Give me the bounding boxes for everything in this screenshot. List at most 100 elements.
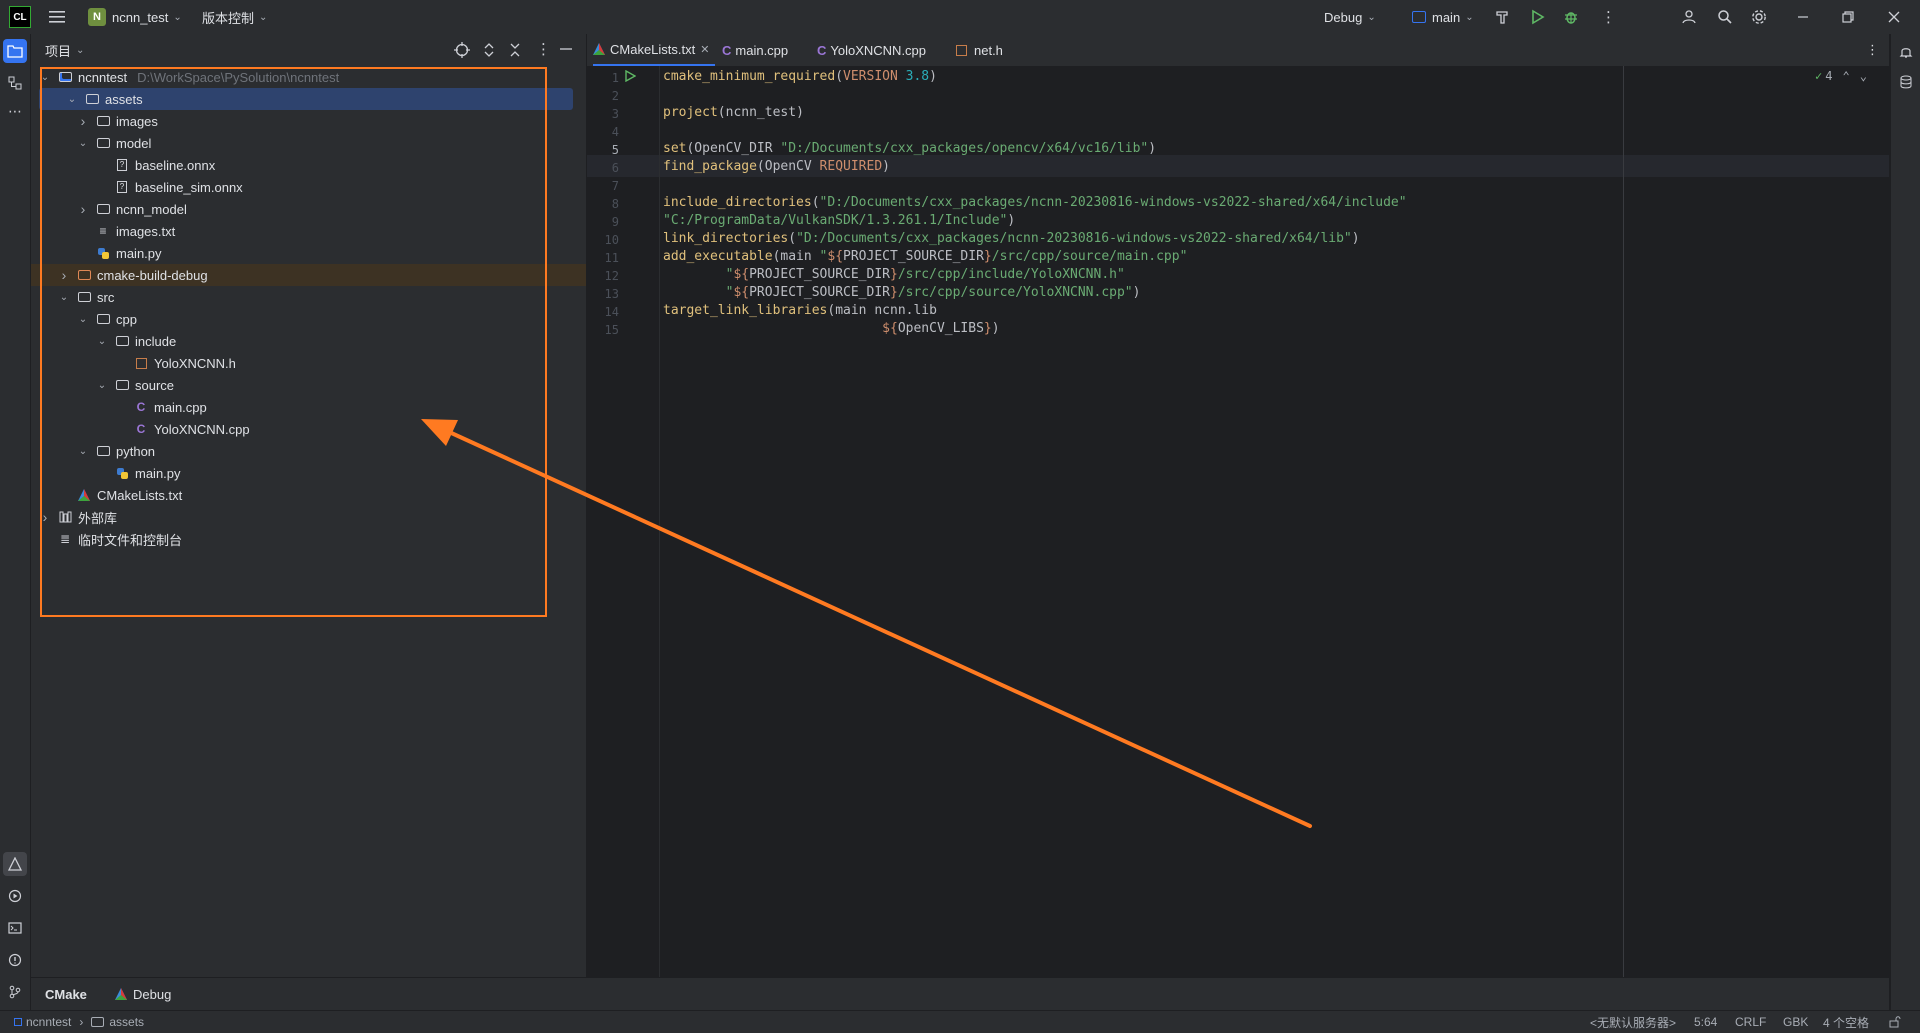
tab-options-icon[interactable]: ⋮ [1866, 34, 1879, 66]
tree-item[interactable]: ? baseline.onnx [31, 154, 586, 176]
code-editor[interactable]: ✓ 4 ⌃ ⌄ 1 2 3 4 5 6 7 8 9 10 11 12 13 14 15 cmake_mini… [587, 66, 1889, 977]
hide-panel-icon[interactable] [559, 42, 573, 59]
chevron-right-icon[interactable]: › [77, 201, 89, 217]
more-tools-icon[interactable]: ⋯ [3, 99, 27, 123]
project-panel-header: 项目 ⌄ ⋮ [31, 34, 586, 66]
tree-item[interactable]: ⌄ python [31, 440, 586, 462]
project-view-selector[interactable]: 项目 ⌄ [45, 34, 84, 66]
tree-item[interactable]: CMakeLists.txt [31, 484, 586, 506]
chevron-down-icon[interactable]: ⌄ [77, 446, 89, 457]
run-gutter-icon[interactable] [624, 69, 637, 86]
cmake-file-icon [76, 488, 92, 502]
title-bar: CL N ncnn_test ⌄ 版本控制 ⌄ Debug ⌄ main ⌄ ⋮ [0, 0, 1920, 35]
terminal-tool-button[interactable] [3, 916, 27, 940]
breadcrumb-child[interactable]: assets [109, 1015, 144, 1029]
tree-item[interactable]: ≣ 临时文件和控制台 [31, 528, 586, 550]
expand-all-icon[interactable] [482, 42, 496, 61]
language-server-widget[interactable]: <无默认服务器> [1590, 1011, 1676, 1033]
code-line-11: add_executable(main "${PROJECT_SOURCE_DI… [663, 249, 1188, 264]
tree-item[interactable]: ⌄ cpp [31, 308, 586, 330]
cmake-icon [593, 43, 605, 55]
tree-item[interactable]: main.py [31, 462, 586, 484]
line-separator-widget[interactable]: CRLF [1735, 1011, 1766, 1033]
chevron-right-icon[interactable]: › [39, 509, 51, 525]
problems-tool-button[interactable] [3, 948, 27, 972]
more-actions-icon[interactable]: ⋮ [1601, 0, 1616, 34]
gear-icon[interactable] [1751, 0, 1767, 34]
main-menu-button[interactable] [48, 0, 66, 34]
tree-item[interactable]: ⌄ model [31, 132, 586, 154]
tab-cmake[interactable]: CMake [45, 978, 87, 1010]
tree-item[interactable]: YoloXNCNN.h [31, 352, 586, 374]
indent-widget[interactable]: 4 个空格 [1823, 1011, 1869, 1033]
tree-item[interactable]: › 外部库 [31, 506, 586, 528]
encoding-widget[interactable]: GBK [1783, 1011, 1808, 1033]
chevron-down-icon[interactable]: ⌄ [96, 336, 108, 347]
tree-item[interactable]: ? baseline_sim.onnx [31, 176, 586, 198]
tree-item[interactable]: ⌄ src [31, 286, 586, 308]
cmake-icon [115, 988, 127, 1000]
inspection-widget[interactable]: ✓ 4 ⌃ ⌄ [1815, 69, 1867, 83]
tree-item[interactable]: ⌄ ncnntest D:\WorkSpace\PySolution\ncnntes… [31, 66, 586, 88]
lock-icon[interactable] [1889, 1011, 1901, 1033]
search-icon[interactable] [1717, 0, 1733, 34]
database-icon[interactable] [1894, 70, 1918, 94]
chevron-down-icon[interactable]: ⌄ [39, 72, 51, 83]
close-icon[interactable] [1887, 0, 1901, 34]
chevron-down-icon[interactable]: ⌄ [77, 314, 89, 325]
project-switcher[interactable]: N ncnn_test ⌄ [88, 0, 182, 34]
tree-item[interactable]: ≡ images.txt [31, 220, 586, 242]
tab-main-cpp[interactable]: C main.cpp [722, 34, 788, 66]
structure-tool-button[interactable] [3, 71, 27, 95]
breadcrumb-root[interactable]: ncnntest [26, 1015, 71, 1029]
locate-icon[interactable] [454, 42, 470, 61]
project-tool-button[interactable] [3, 39, 27, 63]
chevron-down-icon: ⌄ [1465, 11, 1474, 23]
branch-selector[interactable]: main ⌄ [1412, 0, 1474, 34]
tab-net-h[interactable]: net.h [956, 34, 1003, 66]
chevron-down-icon[interactable]: ⌄ [77, 138, 89, 149]
chevron-right-icon[interactable]: › [58, 267, 70, 283]
chevron-down-icon[interactable]: ⌄ [1860, 69, 1867, 83]
vcs-menu[interactable]: 版本控制 ⌄ [202, 0, 267, 34]
tab-debug[interactable]: Debug [115, 978, 171, 1010]
tab-yoloxncnn-cpp[interactable]: C YoloXNCNN.cpp [817, 34, 926, 66]
problems-icon [8, 953, 22, 967]
services-tool-button[interactable] [3, 884, 27, 908]
git-tool-button[interactable] [3, 980, 27, 1004]
notifications-icon[interactable] [1894, 40, 1918, 64]
line-number: 6 [611, 161, 619, 175]
tree-item[interactable]: ⌄ source [31, 374, 586, 396]
chevron-down-icon[interactable]: ⌄ [96, 380, 108, 391]
tree-item[interactable]: C YoloXNCNN.cpp [31, 418, 586, 440]
chevron-up-icon[interactable]: ⌃ [1842, 69, 1849, 83]
code-line-13: "${PROJECT_SOURCE_DIR}/src/cpp/source/Yo… [725, 285, 1141, 300]
project-panel: 项目 ⌄ ⋮ ⌄ ncnntest D:\WorkSpace\PySolution\… [31, 34, 587, 977]
cpp-file-icon: C [722, 42, 732, 58]
chevron-down-icon[interactable]: ⌄ [66, 94, 78, 105]
debug-icon[interactable] [1563, 0, 1579, 34]
tree-item[interactable]: › cmake-build-debug [31, 264, 586, 286]
collapse-all-icon[interactable] [508, 42, 522, 61]
line-number: 14 [604, 305, 619, 319]
tree-item[interactable]: ⌄ include [31, 330, 586, 352]
caret-position-label: 5:64 [1694, 1015, 1718, 1029]
tree-item[interactable]: › ncnn_model [31, 198, 586, 220]
cmake-tool-button[interactable] [3, 852, 27, 876]
tree-item[interactable]: › images [31, 110, 586, 132]
chevron-down-icon[interactable]: ⌄ [58, 292, 70, 303]
run-config-selector[interactable]: Debug ⌄ [1324, 0, 1376, 34]
account-icon[interactable] [1682, 0, 1698, 34]
tree-item[interactable]: main.py [31, 242, 586, 264]
tab-cmakelists[interactable]: CMakeLists.txt ✕ [593, 34, 716, 66]
options-icon[interactable]: ⋮ [536, 40, 551, 58]
run-icon[interactable] [1529, 0, 1545, 34]
caret-position[interactable]: 5:64 [1694, 1011, 1717, 1033]
tree-item[interactable]: Cmain.cpp [31, 396, 586, 418]
tree-item[interactable]: ⌄ assets [39, 88, 573, 110]
minimize-icon[interactable] [1796, 0, 1810, 34]
chevron-right-icon[interactable]: › [77, 113, 89, 129]
build-icon[interactable] [1494, 0, 1510, 34]
restore-icon[interactable] [1841, 0, 1855, 34]
close-tab-icon[interactable]: ✕ [700, 43, 709, 56]
